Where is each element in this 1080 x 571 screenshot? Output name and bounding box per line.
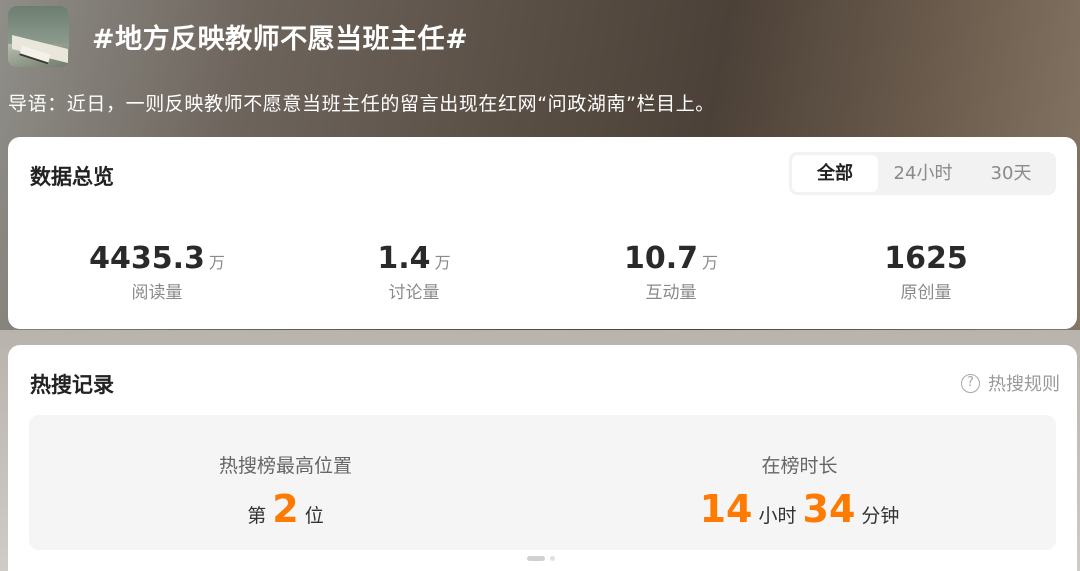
on-list-duration: 在榜时长 14 小时 34 分钟 xyxy=(543,415,1056,550)
duration-minutes-unit: 分钟 xyxy=(861,505,900,527)
tab-30d[interactable]: 30天 xyxy=(968,155,1054,192)
stat-value: 1.4 xyxy=(377,241,431,276)
hot-search-rules-label: 热搜规则 xyxy=(988,374,1060,395)
stat-discussions: 1.4 万 讨论量 xyxy=(294,241,534,303)
topic-title: #地方反映教师不愿当班主任# xyxy=(92,24,469,55)
topic-thumbnail[interactable] xyxy=(8,6,69,67)
topic-lead: 导语：近日，一则反映教师不愿意当班主任的留言出现在红网“问政湖南”栏目上。 xyxy=(8,93,715,115)
help-icon: ? xyxy=(961,373,980,393)
range-tabs: 全部 24小时 30天 xyxy=(789,152,1056,195)
peak-position: 热搜榜最高位置 第 2 位 xyxy=(29,415,542,550)
hot-search-rules-link[interactable]: ? 热搜规则 xyxy=(961,370,1060,396)
duration-hours: 14 xyxy=(699,487,753,531)
pager-dot-active xyxy=(527,556,545,561)
duration-label: 在榜时长 xyxy=(761,455,838,477)
stat-unit: 万 xyxy=(702,253,719,272)
overview-title: 数据总览 xyxy=(30,165,114,189)
stat-value: 1625 xyxy=(884,241,968,276)
peak-suffix: 位 xyxy=(304,505,324,527)
stat-label: 原创量 xyxy=(900,283,952,303)
pager-dot xyxy=(550,556,555,561)
hot-search-title: 热搜记录 xyxy=(30,373,114,397)
stat-label: 阅读量 xyxy=(131,283,183,303)
topic-header: #地方反映教师不愿当班主任# 导语：近日，一则反映教师不愿意当班主任的留言出现在… xyxy=(0,0,1080,135)
stat-reads: 4435.3 万 阅读量 xyxy=(37,241,277,303)
tab-24h[interactable]: 24小时 xyxy=(880,155,966,192)
stat-label: 互动量 xyxy=(645,283,697,303)
stat-interactions: 10.7 万 互动量 xyxy=(551,241,791,303)
stat-unit: 万 xyxy=(434,253,451,272)
carousel-pager xyxy=(527,556,557,562)
tab-all[interactable]: 全部 xyxy=(792,155,878,192)
stat-value: 4435.3 xyxy=(89,241,205,276)
peak-prefix: 第 xyxy=(247,505,267,527)
duration-hours-unit: 小时 xyxy=(758,505,797,527)
hot-search-metrics: 热搜榜最高位置 第 2 位 在榜时长 14 小时 34 分钟 xyxy=(29,415,1056,550)
stat-label: 讨论量 xyxy=(388,283,440,303)
duration-minutes: 34 xyxy=(802,487,856,531)
stat-unit: 万 xyxy=(208,253,225,272)
stat-value: 10.7 xyxy=(623,241,698,276)
peak-value: 2 xyxy=(272,487,299,531)
stat-originals: 1625 原创量 xyxy=(806,241,1046,303)
peak-position-label: 热搜榜最高位置 xyxy=(218,455,352,477)
